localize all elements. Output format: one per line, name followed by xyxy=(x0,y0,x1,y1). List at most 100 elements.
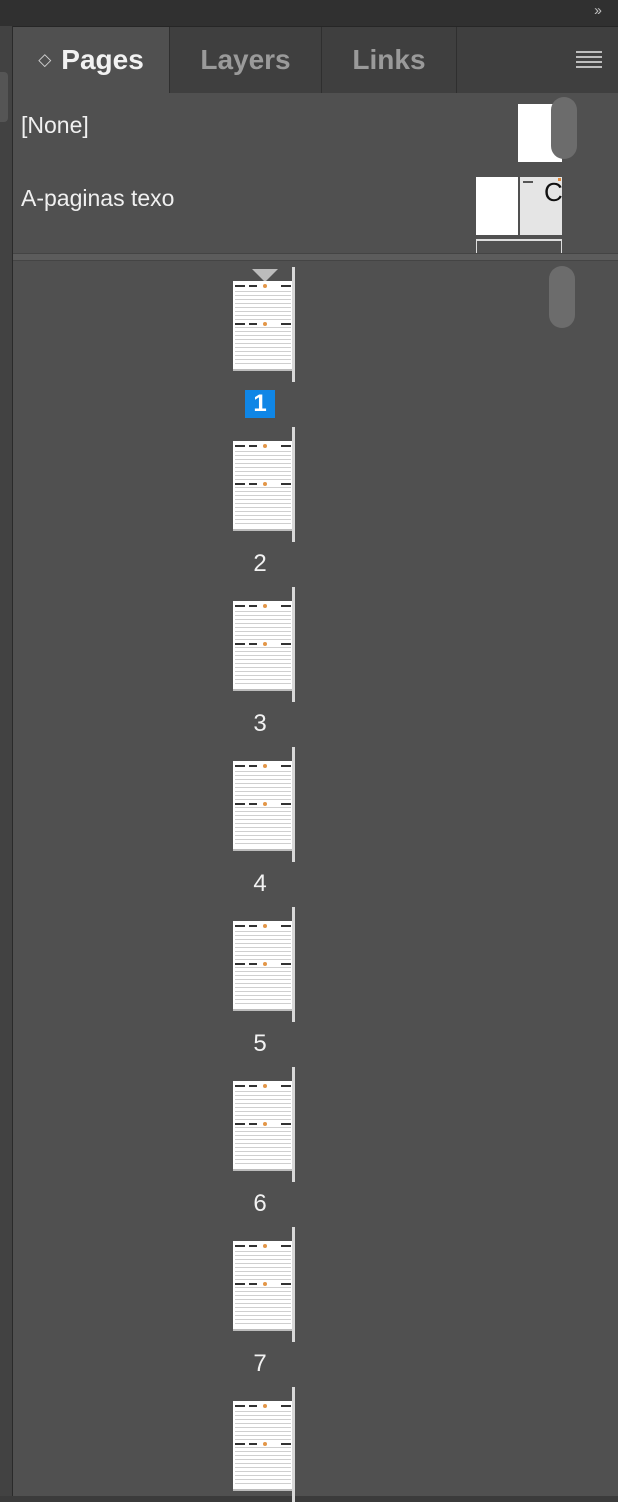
page-number-5[interactable]: 5 xyxy=(245,1030,275,1058)
page-number-3[interactable]: 3 xyxy=(245,710,275,738)
thumb-accent-dot xyxy=(263,444,267,448)
tab-layers[interactable]: Layers xyxy=(170,27,322,93)
master-none-label[interactable]: [None] xyxy=(21,112,89,139)
thumb-text-line xyxy=(235,499,291,500)
thumb-text-line xyxy=(235,1275,291,1276)
page-number-2[interactable]: 2 xyxy=(245,550,275,578)
thumb-text-line xyxy=(235,667,291,668)
thumb-accent-dot xyxy=(263,802,267,806)
thumb-heading-line xyxy=(249,1405,257,1407)
thumb-text-line xyxy=(235,983,291,984)
thumb-heading-line xyxy=(235,925,245,927)
thumb-heading-line xyxy=(249,605,257,607)
thumb-text-line xyxy=(235,1155,291,1156)
dock-resize-handle[interactable] xyxy=(0,72,8,122)
thumb-text-line xyxy=(235,631,291,632)
thumb-text-line xyxy=(235,487,291,488)
thumb-text-line xyxy=(235,459,291,460)
thumb-heading-line xyxy=(235,605,245,607)
page-thumbnail-7[interactable] xyxy=(233,1227,295,1342)
thumb-text-line xyxy=(235,1099,291,1100)
thumb-text-line xyxy=(235,1295,291,1296)
thumb-text-line xyxy=(235,1467,291,1468)
thumb-text-line xyxy=(235,455,291,456)
pages-scrollbar-thumb[interactable] xyxy=(549,266,575,328)
page-number-1[interactable]: 1 xyxy=(245,390,275,418)
thumb-text-line xyxy=(235,339,291,340)
page-thumbnail-3[interactable] xyxy=(233,587,295,702)
thumb-text-line xyxy=(235,343,291,344)
thumb-text-line xyxy=(235,331,291,332)
master-a-label[interactable]: A-paginas texo xyxy=(21,185,174,212)
thumb-text-line xyxy=(235,823,291,824)
thumb-text-line xyxy=(235,819,291,820)
thumb-text-line xyxy=(235,363,291,364)
page-thumbnail-2[interactable] xyxy=(233,427,295,542)
thumb-text-line xyxy=(235,467,291,468)
thumb-text-line xyxy=(235,1435,291,1436)
page-thumbnail-1[interactable] xyxy=(233,267,295,382)
thumb-text-line xyxy=(235,511,291,512)
sort-arrows-icon: ◇ xyxy=(38,50,52,69)
thumb-text-line xyxy=(235,347,291,348)
thumb-heading-line xyxy=(235,323,245,325)
thumb-heading-line xyxy=(249,963,257,965)
thumb-heading-line xyxy=(249,1245,257,1247)
thumb-text-line xyxy=(235,307,291,308)
thumb-text-line xyxy=(235,1419,291,1420)
tab-pages[interactable]: ◇ Pages xyxy=(13,27,170,93)
thumb-heading-line xyxy=(249,483,257,485)
thumb-text-line xyxy=(235,1095,291,1096)
master-a-right-thumbnail[interactable]: C xyxy=(520,177,563,235)
page-thumbnail-6[interactable] xyxy=(233,1067,295,1182)
thumb-heading-line xyxy=(281,483,291,485)
thumb-heading-line xyxy=(249,643,257,645)
thumb-accent-dot xyxy=(263,604,267,608)
thumb-text-line xyxy=(235,1263,291,1264)
thumb-text-line xyxy=(235,491,291,492)
thumb-heading-line xyxy=(249,803,257,805)
page-number-4[interactable]: 4 xyxy=(245,870,275,898)
thumb-text-line xyxy=(235,619,291,620)
thumb-heading-line xyxy=(281,1123,291,1125)
thumb-text-line xyxy=(235,1423,291,1424)
master-scrollbar-thumb[interactable] xyxy=(551,97,577,159)
thumb-heading-line xyxy=(235,483,245,485)
thumb-heading-line xyxy=(235,445,245,447)
thumb-text-line xyxy=(235,615,291,616)
page-sheet xyxy=(233,761,293,851)
master-a-left-thumbnail[interactable] xyxy=(476,177,518,235)
collapse-panel-icon[interactable]: ›› xyxy=(594,2,602,19)
thumb-accent-dot xyxy=(558,178,561,181)
thumb-accent-dot xyxy=(263,962,267,966)
thumb-text-line xyxy=(235,1303,291,1304)
thumb-heading-line xyxy=(235,1123,245,1125)
master-a-thumbnail-edge xyxy=(476,239,562,253)
thumb-heading-line xyxy=(235,285,245,287)
panel-menu-icon[interactable] xyxy=(576,51,602,71)
thumb-heading-line xyxy=(249,765,257,767)
thumb-heading-line xyxy=(249,1085,257,1087)
thumb-text-line xyxy=(235,811,291,812)
thumb-text-line xyxy=(235,1427,291,1428)
thumb-text-line xyxy=(235,947,291,948)
tab-links[interactable]: Links xyxy=(322,27,457,93)
page-thumbnail-8[interactable] xyxy=(233,1387,295,1502)
thumb-heading-line xyxy=(235,1085,245,1087)
thumb-text-line xyxy=(235,1483,291,1484)
thumb-text-line xyxy=(235,787,291,788)
page-number-7[interactable]: 7 xyxy=(245,1350,275,1378)
thumb-text-line xyxy=(523,181,533,183)
page-thumbnail-5[interactable] xyxy=(233,907,295,1022)
page-sheet xyxy=(233,441,293,531)
page-spine xyxy=(292,587,295,702)
page-number-6[interactable]: 6 xyxy=(245,1190,275,1218)
page-thumbnail-4[interactable] xyxy=(233,747,295,862)
thumb-text-line xyxy=(235,991,291,992)
thumb-accent-dot xyxy=(263,322,267,326)
thumb-accent-dot xyxy=(263,1244,267,1248)
thumb-text-line xyxy=(235,1311,291,1312)
thumb-text-line xyxy=(235,831,291,832)
thumb-heading-line xyxy=(249,1443,257,1445)
thumb-text-line xyxy=(235,1279,291,1280)
